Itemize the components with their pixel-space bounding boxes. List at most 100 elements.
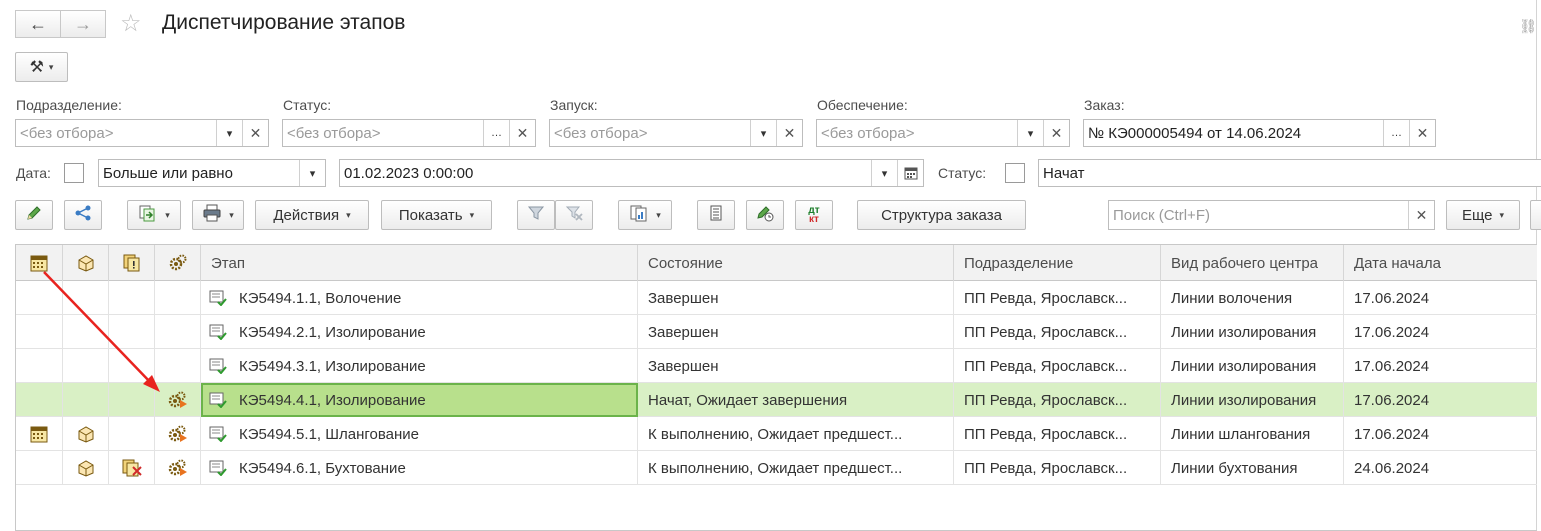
edit-button[interactable]: [15, 200, 53, 230]
select-ellipsis-icon[interactable]: …: [483, 120, 509, 146]
table-row[interactable]: КЭ5494.5.1, Шлангование К выполнению, Ож…: [16, 417, 1537, 451]
forward-button[interactable]: →: [60, 10, 106, 38]
clear-icon[interactable]: ✕: [509, 120, 535, 146]
clear-icon[interactable]: ✕: [242, 120, 268, 146]
warning-docs-icon: [123, 254, 139, 272]
table-row[interactable]: КЭ5494.2.1, Изолирование Завершен ПП Рев…: [16, 315, 1537, 349]
search-input[interactable]: Поиск (Ctrl+F): [1109, 201, 1408, 229]
status2-checkbox[interactable]: [1005, 163, 1025, 183]
dept-cell: ПП Ревда, Ярославск...: [954, 349, 1161, 383]
etap-cell: КЭ5494.6.1, Бухтование: [201, 451, 638, 485]
reports-button[interactable]: ▾: [618, 200, 672, 230]
zakaz-label: Заказ:: [1084, 97, 1125, 113]
row-box-cell: [63, 281, 109, 315]
col-date-header[interactable]: Дата начала: [1344, 245, 1537, 281]
show-button[interactable]: Показать ▾: [381, 200, 492, 230]
status-field[interactable]: <без отбора> … ✕: [282, 119, 536, 147]
row-box-cell: [63, 451, 109, 485]
date-checkbox[interactable]: [64, 163, 84, 183]
table-header: Этап Состояние Подразделение Вид рабочег…: [16, 245, 1537, 281]
actions-button[interactable]: Действия ▾: [255, 200, 369, 230]
date-condition-select[interactable]: Больше или равно ▾: [98, 159, 326, 187]
col-state-header[interactable]: Состояние: [638, 245, 954, 281]
chevron-down-icon: ▾: [165, 209, 170, 220]
row-box-cell: [63, 349, 109, 383]
more-button[interactable]: Еще ▾: [1446, 200, 1520, 230]
search-field[interactable]: Поиск (Ctrl+F) ✕: [1108, 200, 1435, 230]
col-box-header[interactable]: [63, 245, 109, 281]
tools-icon: ⚒: [29, 59, 44, 76]
podrazdelenie-input[interactable]: <без отбора>: [16, 120, 216, 146]
state-cell: Начат, Ожидает завершения: [638, 383, 954, 417]
status-input[interactable]: <без отбора>: [283, 120, 483, 146]
back-button[interactable]: ←: [15, 10, 61, 38]
row-gears-cell: [155, 281, 201, 315]
stages-table[interactable]: Этап Состояние Подразделение Вид рабочег…: [15, 244, 1537, 531]
clear-icon[interactable]: ✕: [1043, 120, 1069, 146]
status2-field[interactable]: Начат: [1038, 159, 1541, 187]
table-row[interactable]: КЭ5494.6.1, Бухтование К выполнению, Ожи…: [16, 451, 1537, 485]
etap-text: КЭ5494.2.1, Изолирование: [239, 323, 426, 341]
col-warning-header[interactable]: [109, 245, 155, 281]
zakaz-input[interactable]: № КЭ000005494 от 14.06.2024: [1084, 120, 1383, 146]
obespechenie-input[interactable]: <без отбора>: [817, 120, 1017, 146]
clear-filter-button[interactable]: [555, 200, 593, 230]
zapusk-field[interactable]: <без отбора> ▾ ✕: [549, 119, 803, 147]
col-center-header[interactable]: Вид рабочего центра: [1161, 245, 1344, 281]
table-row-selected[interactable]: КЭ5494.4.1, Изолирование Начат, Ожидает …: [16, 383, 1537, 417]
dropdown-icon[interactable]: ▾: [1017, 120, 1043, 146]
etap-cell: КЭ5494.1.1, Волочение: [201, 281, 638, 315]
table-row[interactable]: КЭ5494.3.1, Изолирование Завершен ПП Рев…: [16, 349, 1537, 383]
filter-button[interactable]: [517, 200, 555, 230]
zakaz-field[interactable]: № КЭ000005494 от 14.06.2024 … ✕: [1083, 119, 1436, 147]
clear-icon[interactable]: ✕: [1409, 120, 1435, 146]
state-cell: Завершен: [638, 281, 954, 315]
clear-icon[interactable]: ✕: [776, 120, 802, 146]
list-button[interactable]: [697, 200, 735, 230]
dropdown-icon[interactable]: ▾: [871, 160, 897, 186]
date-label: Дата:: [16, 165, 51, 181]
dropdown-icon[interactable]: ▾: [216, 120, 242, 146]
dropdown-icon[interactable]: ▾: [750, 120, 776, 146]
clear-icon[interactable]: ✕: [1408, 201, 1434, 229]
calendar-icon: [30, 255, 48, 272]
dept-cell: ПП Ревда, Ярославск...: [954, 281, 1161, 315]
date-value-field[interactable]: 01.02.2023 0:00:00 ▾: [339, 159, 924, 187]
show-label: Показать: [398, 206, 463, 224]
obespechenie-field[interactable]: <без отбора> ▾ ✕: [816, 119, 1070, 147]
col-calendar-header[interactable]: [16, 245, 63, 281]
row-gears-cell: [155, 417, 201, 451]
status2-value[interactable]: Начат: [1039, 160, 1541, 186]
select-ellipsis-icon[interactable]: …: [1383, 120, 1409, 146]
edit-history-button[interactable]: [746, 200, 784, 230]
table-row[interactable]: КЭ5494.1.1, Волочение Завершен ПП Ревда,…: [16, 281, 1537, 315]
row-box-cell: [63, 383, 109, 417]
col-etap-header[interactable]: Этап: [201, 245, 638, 281]
share-button[interactable]: [64, 200, 102, 230]
date-cell: 24.06.2024: [1344, 451, 1537, 485]
date-value-input[interactable]: 01.02.2023 0:00:00: [340, 160, 871, 186]
etap-cell[interactable]: КЭ5494.4.1, Изолирование: [201, 383, 638, 417]
more-label: Еще: [1461, 206, 1493, 224]
link-icon[interactable]: ⛓: [1519, 18, 1537, 35]
date-condition-value: Больше или равно: [103, 164, 233, 182]
print-button[interactable]: ▾: [192, 200, 244, 230]
favorite-star-icon[interactable]: ☆: [120, 9, 142, 38]
col-gears-header[interactable]: [155, 245, 201, 281]
warning-docs-red-icon: [122, 459, 142, 477]
col-dept-header[interactable]: Подразделение: [954, 245, 1161, 281]
etap-text: КЭ5494.1.1, Волочение: [239, 289, 402, 307]
dropdown-icon[interactable]: ▾: [299, 160, 325, 186]
calendar-icon[interactable]: [897, 160, 923, 186]
date-cell: 17.06.2024: [1344, 281, 1537, 315]
order-structure-button[interactable]: Структура заказа: [857, 200, 1026, 230]
create-based-on-button[interactable]: ▾: [127, 200, 181, 230]
create-based-on-icon: [138, 204, 158, 226]
accounting-entries-button[interactable]: дт кт: [795, 200, 833, 230]
page-title: Диспетчирование этапов: [162, 11, 406, 34]
zapusk-input[interactable]: <без отбора>: [550, 120, 750, 146]
settings-menu-button[interactable]: ⚒ ▾: [15, 52, 68, 82]
podrazdelenie-field[interactable]: <без отбора> ▾ ✕: [15, 119, 269, 147]
printer-icon: [202, 204, 222, 226]
help-button[interactable]: [1530, 200, 1541, 230]
